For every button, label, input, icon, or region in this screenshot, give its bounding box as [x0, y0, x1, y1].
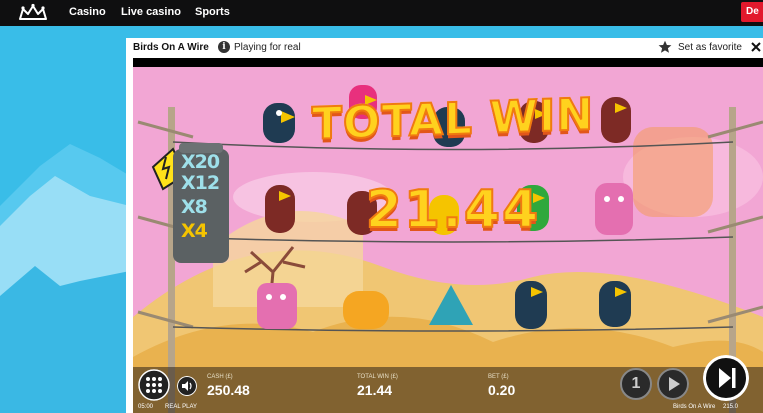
clock-text: 05:00	[138, 404, 154, 410]
total-win-value: 21.44	[357, 382, 393, 398]
star-icon[interactable]	[658, 40, 672, 54]
game-title-bar: Birds On A Wire i Playing for real Set a…	[126, 38, 763, 58]
nav-sports-link[interactable]: Sports	[195, 6, 230, 18]
bet-label: BET (£)	[488, 374, 509, 380]
version-text: 215.0	[723, 404, 739, 410]
total-win-label: TOTAL WIN (£)	[357, 374, 398, 380]
crown-logo-icon[interactable]	[17, 3, 49, 23]
deposit-button[interactable]: De	[741, 2, 763, 22]
fast-play-icon[interactable]	[657, 368, 689, 400]
nav-casino-link[interactable]: Casino	[69, 6, 106, 18]
sound-icon[interactable]	[177, 376, 197, 396]
game-control-bar: CASH (£) 250.48 TOTAL WIN (£) 21.44 BET …	[133, 355, 763, 413]
game-scene	[133, 67, 763, 413]
top-nav: Casino Live casino Sports De	[0, 0, 763, 26]
play-mode-label: Playing for real	[234, 42, 301, 53]
game-window: Birds On A Wire i Playing for real Set a…	[126, 38, 763, 413]
close-icon[interactable]	[750, 40, 762, 54]
real-play-label: REAL PLAY	[165, 404, 198, 410]
game-canvas[interactable]: TOTAL WIN 21.44 X20 X12 X8 X4 CASH (£) 2…	[133, 58, 763, 413]
spin-button-icon[interactable]	[703, 355, 749, 401]
cash-label: CASH (£)	[207, 374, 233, 380]
game-title: Birds On A Wire	[133, 42, 209, 53]
bet-value: 0.20	[488, 382, 516, 398]
autoplay-button[interactable]: 1	[620, 368, 652, 400]
menu-grid-icon[interactable]	[138, 369, 170, 401]
info-icon[interactable]: i	[218, 41, 230, 53]
nav-live-casino-link[interactable]: Live casino	[121, 6, 181, 18]
cash-value: 250.48	[207, 382, 250, 398]
set-favorite-link[interactable]: Set as favorite	[678, 42, 742, 53]
footer-game-title: Birds On A Wire	[673, 404, 716, 410]
background-mountains	[0, 144, 130, 413]
